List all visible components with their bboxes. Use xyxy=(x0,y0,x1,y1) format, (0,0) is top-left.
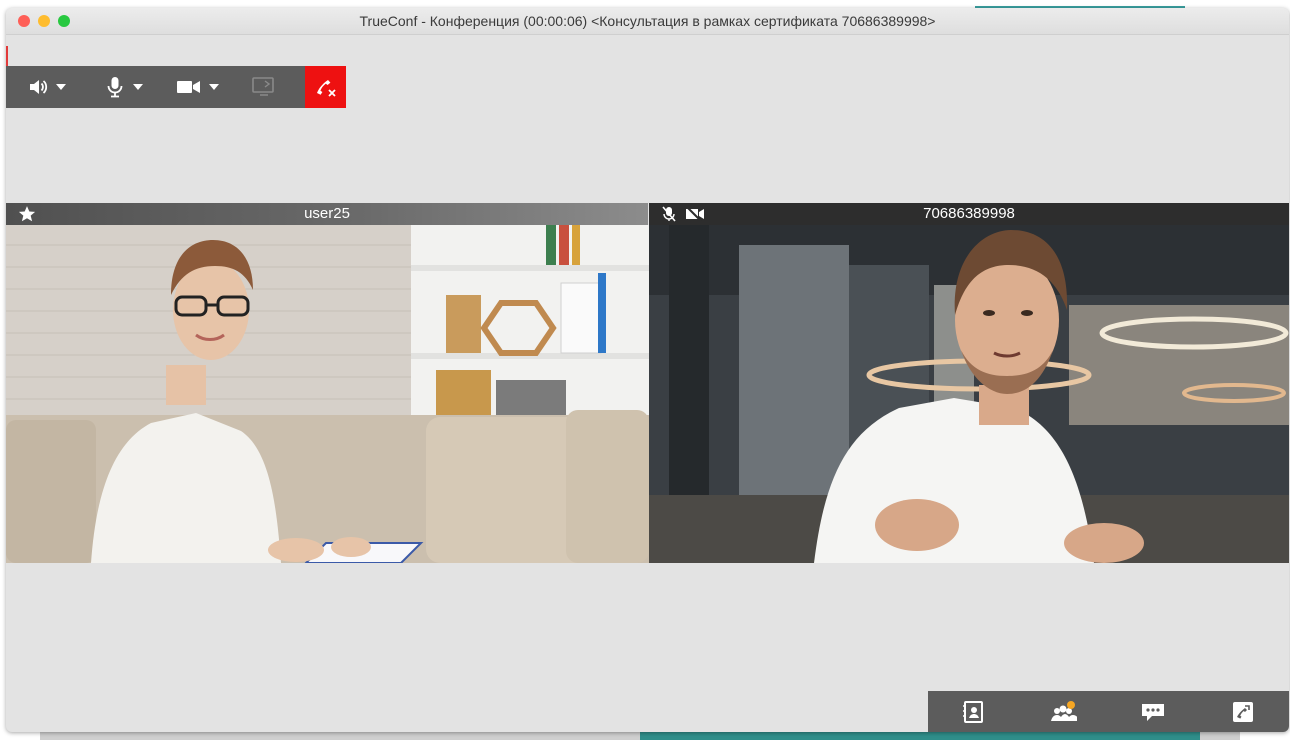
hangup-icon xyxy=(316,80,336,97)
call-icon xyxy=(1233,701,1253,722)
call-toolbar xyxy=(6,66,306,108)
screen-share-icon xyxy=(252,77,274,96)
title-bar: TrueConf - Конференция (00:00:06) <Консу… xyxy=(6,8,1289,35)
contacts-icon xyxy=(963,700,983,723)
participant-video xyxy=(649,225,1289,563)
hangup-button[interactable] xyxy=(305,66,346,108)
chat-icon xyxy=(1142,703,1164,721)
background-app-strip xyxy=(640,732,1200,740)
speaker-button[interactable] xyxy=(28,74,66,100)
microphone-button[interactable] xyxy=(105,74,143,100)
camera-icon xyxy=(177,81,200,93)
microphone-icon xyxy=(107,77,123,98)
participant-name: user25 xyxy=(304,205,350,222)
video-tile-user25[interactable] xyxy=(6,225,649,563)
call-button[interactable] xyxy=(1198,691,1288,732)
screen-share-button[interactable] xyxy=(252,74,276,100)
participants-icon xyxy=(1051,700,1077,721)
chevron-down-icon[interactable] xyxy=(56,83,66,91)
video-tile-70686389998[interactable] xyxy=(649,225,1289,563)
chevron-down-icon[interactable] xyxy=(209,83,219,91)
participant-name: 70686389998 xyxy=(923,205,1015,222)
participant-header-user25: user25 xyxy=(6,203,648,225)
contacts-button[interactable] xyxy=(928,691,1018,732)
participant-header-70686389998: 70686389998 xyxy=(649,203,1289,225)
window-title: TrueConf - Конференция (00:00:06) <Консу… xyxy=(359,13,936,29)
chat-button[interactable] xyxy=(1108,691,1198,732)
chevron-down-icon[interactable] xyxy=(133,83,143,91)
camera-button[interactable] xyxy=(177,74,219,100)
conference-bottom-bar xyxy=(928,691,1289,732)
conference-window: TrueConf - Конференция (00:00:06) <Консу… xyxy=(6,8,1289,732)
speaker-icon xyxy=(30,80,48,94)
participant-video xyxy=(6,225,649,563)
participants-button[interactable] xyxy=(1018,691,1108,732)
edge-marker xyxy=(6,46,8,66)
